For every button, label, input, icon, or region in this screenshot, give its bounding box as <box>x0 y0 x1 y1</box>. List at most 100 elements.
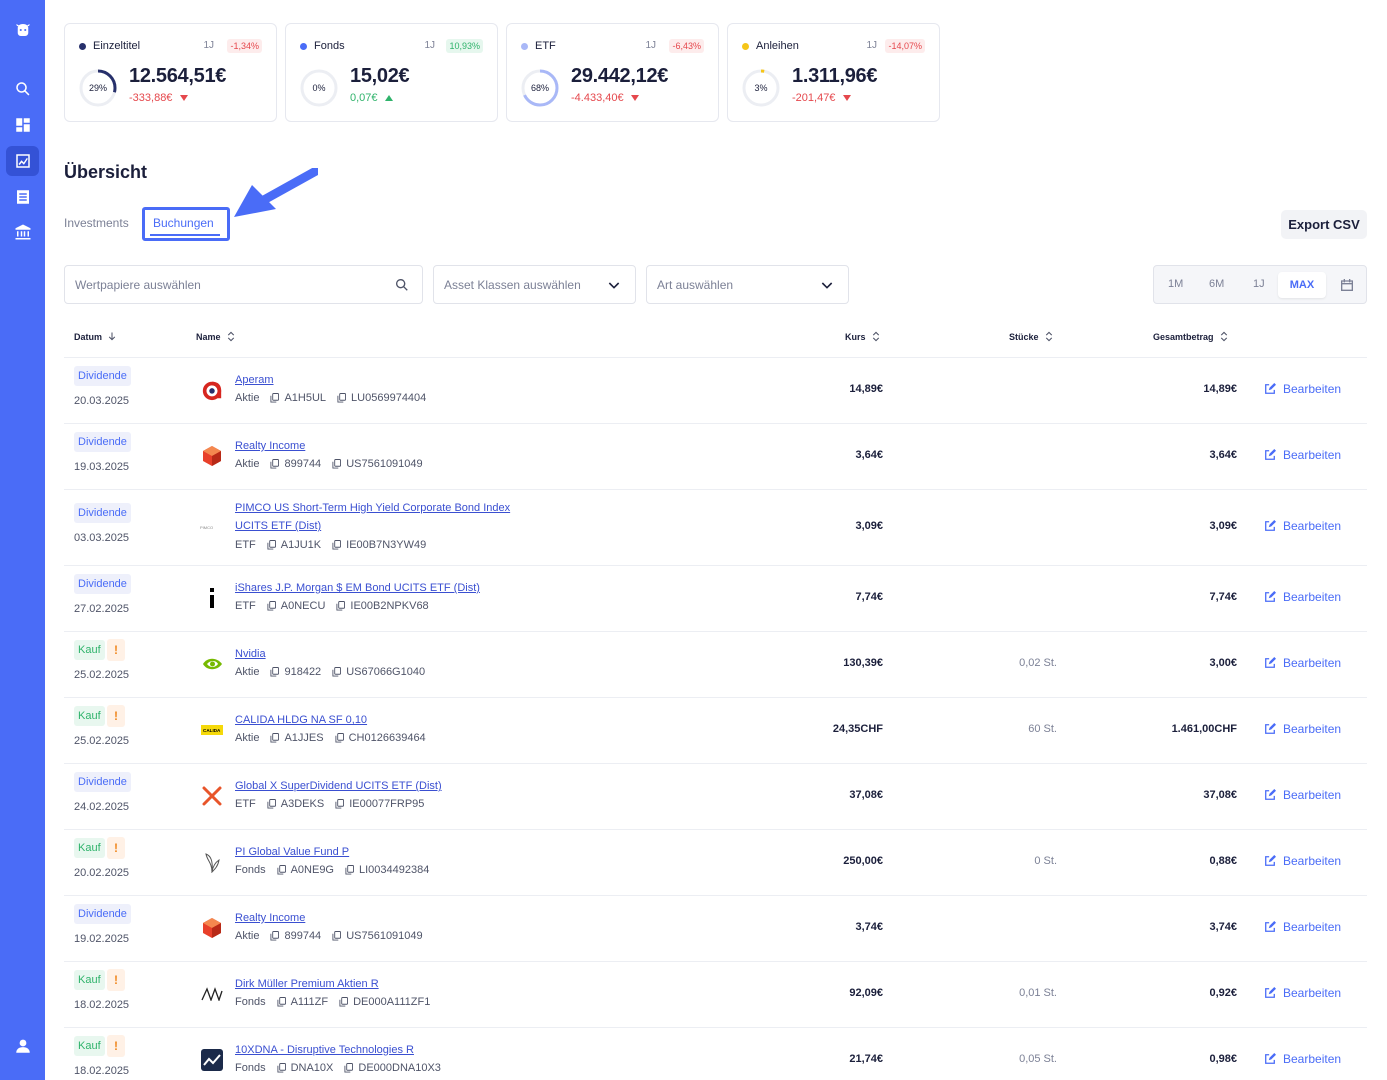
edit-button[interactable]: Bearbeiten <box>1264 656 1341 670</box>
copy-icon[interactable] <box>267 540 276 550</box>
copy-icon[interactable] <box>344 1063 354 1073</box>
column-header-kurs[interactable]: Kurs <box>845 331 880 342</box>
copy-icon[interactable] <box>270 733 280 743</box>
security-name-link[interactable]: iShares J.P. Morgan $ EM Bond UCITS ETF … <box>235 579 535 597</box>
warning-icon[interactable]: ! <box>107 969 125 991</box>
edit-button[interactable]: Bearbeiten <box>1264 448 1341 462</box>
edit-button[interactable]: Bearbeiten <box>1264 854 1341 868</box>
edit-button[interactable]: Bearbeiten <box>1264 590 1341 604</box>
copy-icon[interactable] <box>336 601 346 611</box>
range-1m[interactable]: 1M <box>1168 278 1183 290</box>
logo-icon[interactable] <box>6 15 39 45</box>
copy-icon[interactable] <box>277 1063 286 1073</box>
security-name-link[interactable]: Realty Income <box>235 909 535 927</box>
transaction-type-badge: Kauf <box>74 706 105 726</box>
type-select[interactable]: Art auswählen <box>646 265 849 304</box>
edit-button[interactable]: Bearbeiten <box>1264 722 1341 736</box>
security-isin: DE000A111ZF1 <box>353 996 431 1008</box>
security-name-link[interactable]: PI Global Value Fund P <box>235 843 535 861</box>
copy-icon[interactable] <box>345 865 354 875</box>
security-class: Aktie <box>235 732 260 744</box>
copy-icon[interactable] <box>332 459 342 469</box>
copy-icon[interactable] <box>332 931 342 941</box>
bank-icon[interactable] <box>6 217 39 247</box>
edit-button[interactable]: Bearbeiten <box>1264 519 1341 533</box>
summary-card-einzeltitel[interactable]: Einzeltitel 1J -1,34% 29% 12.564,51€ -333,88€ <box>64 23 277 122</box>
dashboard-icon[interactable] <box>6 110 39 140</box>
list-icon[interactable] <box>6 182 39 212</box>
security-wkn: 899744 <box>284 930 322 942</box>
security-name-link[interactable]: CALIDA HLDG NA SF 0,10 <box>235 711 535 729</box>
securities-filter-input[interactable]: Wertpapiere auswählen <box>64 265 423 304</box>
search-icon[interactable] <box>6 74 39 104</box>
summary-card-fonds[interactable]: Fonds 1J 10,93% 0% 15,02€ 0,07€ <box>285 23 498 122</box>
table-row: Dividende 20.03.2025 Aperam Aktie A1H5UL LU05… <box>64 357 1367 423</box>
asset-classes-select[interactable]: Asset Klassen auswählen <box>433 265 636 304</box>
total-amount-value: 0,98€ <box>1209 1053 1237 1065</box>
edit-button[interactable]: Bearbeiten <box>1264 382 1341 396</box>
copy-icon[interactable] <box>335 799 345 809</box>
tab-investments[interactable]: Investments <box>64 216 129 230</box>
transaction-date: 19.02.2025 <box>74 933 130 945</box>
security-wkn: A1JJES <box>284 732 324 744</box>
range-1j[interactable]: 1J <box>1253 278 1265 290</box>
warning-icon[interactable]: ! <box>107 705 125 727</box>
security-name-link[interactable]: Global X SuperDividend UCITS ETF (Dist) <box>235 777 535 795</box>
range-max[interactable]: MAX <box>1278 272 1326 298</box>
price-value: 7,74€ <box>855 591 883 603</box>
copy-icon[interactable] <box>277 997 286 1007</box>
total-amount-value: 0,92€ <box>1209 987 1237 999</box>
copy-icon[interactable] <box>337 393 347 403</box>
copy-icon[interactable] <box>332 540 342 550</box>
security-name-link[interactable]: Dirk Müller Premium Aktien R <box>235 975 535 993</box>
calendar-icon[interactable] <box>1339 277 1355 293</box>
copy-icon[interactable] <box>332 667 342 677</box>
search-icon[interactable] <box>394 277 410 293</box>
edit-button[interactable]: Bearbeiten <box>1264 986 1341 1000</box>
price-value: 130,39€ <box>843 657 883 669</box>
sidebar <box>0 0 45 1080</box>
card-delta: -4.433,40€ <box>571 92 639 104</box>
table-row: Kauf! 25.02.2025 CALIDA CALIDA HLDG NA SF 0… <box>64 697 1367 763</box>
copy-icon[interactable] <box>267 601 276 611</box>
price-value: 92,09€ <box>849 987 883 999</box>
security-class: Fonds <box>235 1062 266 1074</box>
transaction-type-badge: Kauf <box>74 1036 105 1056</box>
warning-icon[interactable]: ! <box>107 837 125 859</box>
copy-icon[interactable] <box>335 733 344 743</box>
security-name-link[interactable]: Realty Income <box>235 437 535 455</box>
security-class: ETF <box>235 600 256 612</box>
security-name-link[interactable]: Aperam <box>235 371 535 389</box>
warning-icon[interactable]: ! <box>107 1035 125 1057</box>
security-name-link[interactable]: Nvidia <box>235 645 535 663</box>
edit-button[interactable]: Bearbeiten <box>1264 788 1341 802</box>
copy-icon[interactable] <box>270 667 280 677</box>
transaction-type-badge: Dividende <box>74 503 131 523</box>
chart-icon[interactable] <box>6 146 39 176</box>
warning-icon[interactable]: ! <box>107 639 125 661</box>
copy-icon[interactable] <box>270 931 280 941</box>
export-csv-button[interactable]: Export CSV <box>1281 210 1367 239</box>
triangle-down-icon <box>179 95 188 102</box>
nvidia-logo <box>200 652 224 676</box>
column-header-gesamtbetrag[interactable]: Gesamtbetrag <box>1153 331 1228 342</box>
copy-icon[interactable] <box>277 865 286 875</box>
edit-button[interactable]: Bearbeiten <box>1264 920 1341 934</box>
copy-icon[interactable] <box>339 997 349 1007</box>
security-name-link[interactable]: PIMCO US Short-Term High Yield Corporate… <box>235 499 535 535</box>
edit-button[interactable]: Bearbeiten <box>1264 1052 1341 1066</box>
column-header-date[interactable]: Datum <box>74 331 116 342</box>
column-header-stuecke[interactable]: Stücke <box>1009 331 1053 342</box>
copy-icon[interactable] <box>270 393 280 403</box>
column-header-name[interactable]: Name <box>196 331 235 342</box>
tab-buchungen[interactable]: Buchungen <box>153 216 214 230</box>
copy-icon[interactable] <box>270 459 280 469</box>
copy-icon[interactable] <box>267 799 276 809</box>
summary-card-anleihen[interactable]: Anleihen 1J -14,07% 3% 1.311,96€ -201,47€ <box>727 23 940 122</box>
summary-card-etf[interactable]: ETF 1J -6,43% 68% 29.442,12€ -4.433,40€ <box>506 23 719 122</box>
security-isin: IE00077FRP95 <box>349 798 425 810</box>
edit-icon <box>1265 1053 1276 1064</box>
security-name-link[interactable]: 10XDNA - Disruptive Technologies R <box>235 1041 535 1059</box>
user-icon[interactable] <box>6 1031 39 1061</box>
range-6m[interactable]: 6M <box>1209 278 1224 290</box>
